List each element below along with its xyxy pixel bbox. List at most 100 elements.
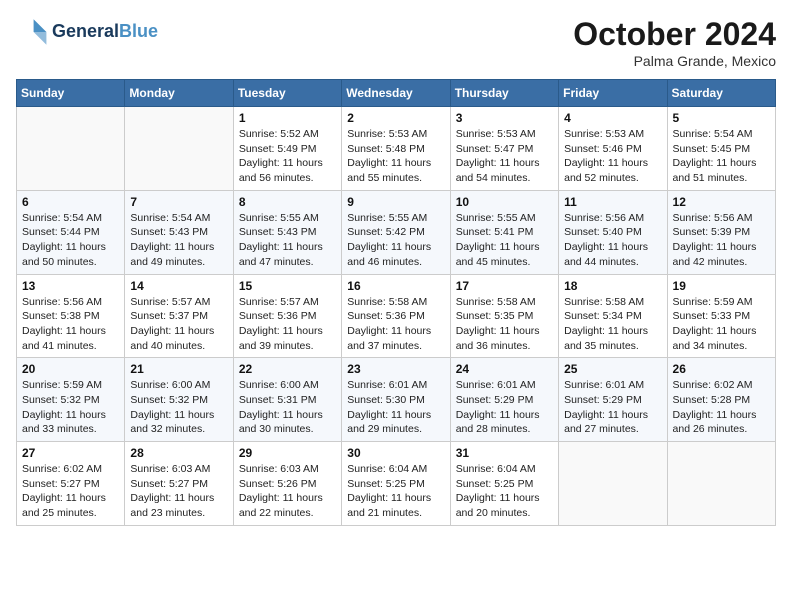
day-cell: 28 Sunrise: 6:03 AM Sunset: 5:27 PM Dayli…	[125, 442, 233, 526]
day-cell: 9Sunrise: 5:55 AM Sunset: 5:42 PM Daylig…	[342, 190, 450, 274]
col-header-thursday: Thursday	[450, 80, 558, 107]
day-cell: 27Sunrise: 6:02 AM Sunset: 5:27 PM Dayli…	[17, 442, 125, 526]
day-info: Sunrise: 6:04 AM Sunset: 5:25 PM Dayligh…	[456, 462, 553, 521]
day-cell: 2 Sunrise: 5:53 AM Sunset: 5:48 PM Daylig…	[342, 107, 450, 191]
day-cell: 5 Sunrise: 5:54 AM Sunset: 5:45 PM Daylig…	[667, 107, 775, 191]
day-info: Sunrise: 6:03 AM Sunset: 5:27 PM Dayligh…	[130, 462, 227, 521]
day-number: 2	[347, 111, 444, 125]
day-cell: 15Sunrise: 5:57 AM Sunset: 5:36 PM Dayli…	[233, 274, 341, 358]
day-cell: 18Sunrise: 5:58 AM Sunset: 5:34 PM Dayli…	[559, 274, 667, 358]
day-cell: 8Sunrise: 5:55 AM Sunset: 5:43 PM Daylig…	[233, 190, 341, 274]
week-row-3: 13Sunrise: 5:56 AM Sunset: 5:38 PM Dayli…	[17, 274, 776, 358]
day-cell: 20 Sunrise: 5:59 AM Sunset: 5:32 PM Dayli…	[17, 358, 125, 442]
day-number: 30	[347, 446, 444, 460]
day-info: Sunrise: 5:56 AM Sunset: 5:39 PM Dayligh…	[673, 211, 770, 270]
day-cell: 26 Sunrise: 6:02 AM Sunset: 5:28 PM Dayli…	[667, 358, 775, 442]
month-title: October 2024	[573, 16, 776, 53]
day-info: Sunrise: 6:01 AM Sunset: 5:30 PM Dayligh…	[347, 378, 444, 437]
day-cell	[17, 107, 125, 191]
day-info: Sunrise: 5:53 AM Sunset: 5:46 PM Dayligh…	[564, 127, 661, 186]
day-cell: 6 Sunrise: 5:54 AM Sunset: 5:44 PM Daylig…	[17, 190, 125, 274]
day-cell: 31 Sunrise: 6:04 AM Sunset: 5:25 PM Dayli…	[450, 442, 558, 526]
day-info: Sunrise: 5:55 AM Sunset: 5:43 PM Dayligh…	[239, 211, 336, 270]
day-number: 11	[564, 195, 661, 209]
day-cell: 12 Sunrise: 5:56 AM Sunset: 5:39 PM Dayli…	[667, 190, 775, 274]
title-block: October 2024 Palma Grande, Mexico	[573, 16, 776, 69]
day-number: 6	[22, 195, 119, 209]
col-header-saturday: Saturday	[667, 80, 775, 107]
day-cell: 24 Sunrise: 6:01 AM Sunset: 5:29 PM Dayli…	[450, 358, 558, 442]
day-number: 3	[456, 111, 553, 125]
day-info: Sunrise: 6:03 AM Sunset: 5:26 PM Dayligh…	[239, 462, 336, 521]
day-info: Sunrise: 5:55 AM Sunset: 5:41 PM Dayligh…	[456, 211, 553, 270]
day-number: 23	[347, 362, 444, 376]
day-info: Sunrise: 5:54 AM Sunset: 5:45 PM Dayligh…	[673, 127, 770, 186]
col-header-wednesday: Wednesday	[342, 80, 450, 107]
week-row-5: 27Sunrise: 6:02 AM Sunset: 5:27 PM Dayli…	[17, 442, 776, 526]
day-number: 31	[456, 446, 553, 460]
day-number: 26	[673, 362, 770, 376]
col-header-tuesday: Tuesday	[233, 80, 341, 107]
day-cell: 14 Sunrise: 5:57 AM Sunset: 5:37 PM Dayli…	[125, 274, 233, 358]
day-cell: 16 Sunrise: 5:58 AM Sunset: 5:36 PM Dayli…	[342, 274, 450, 358]
day-info: Sunrise: 5:59 AM Sunset: 5:33 PM Dayligh…	[673, 295, 770, 354]
day-info: Sunrise: 5:59 AM Sunset: 5:32 PM Dayligh…	[22, 378, 119, 437]
logo: GeneralBlue	[16, 16, 158, 48]
col-header-friday: Friday	[559, 80, 667, 107]
logo-icon	[16, 16, 48, 48]
header-row: SundayMondayTuesdayWednesdayThursdayFrid…	[17, 80, 776, 107]
day-info: Sunrise: 6:00 AM Sunset: 5:31 PM Dayligh…	[239, 378, 336, 437]
day-info: Sunrise: 6:00 AM Sunset: 5:32 PM Dayligh…	[130, 378, 227, 437]
day-cell	[125, 107, 233, 191]
day-number: 18	[564, 279, 661, 293]
page-header: GeneralBlue October 2024 Palma Grande, M…	[16, 16, 776, 69]
day-number: 17	[456, 279, 553, 293]
day-cell	[667, 442, 775, 526]
day-info: Sunrise: 5:54 AM Sunset: 5:43 PM Dayligh…	[130, 211, 227, 270]
day-number: 25	[564, 362, 661, 376]
day-info: Sunrise: 5:52 AM Sunset: 5:49 PM Dayligh…	[239, 127, 336, 186]
day-number: 14	[130, 279, 227, 293]
day-cell: 17 Sunrise: 5:58 AM Sunset: 5:35 PM Dayli…	[450, 274, 558, 358]
day-number: 16	[347, 279, 444, 293]
day-info: Sunrise: 5:53 AM Sunset: 5:47 PM Dayligh…	[456, 127, 553, 186]
day-info: Sunrise: 6:02 AM Sunset: 5:27 PM Dayligh…	[22, 462, 119, 521]
day-cell: 30 Sunrise: 6:04 AM Sunset: 5:25 PM Dayli…	[342, 442, 450, 526]
day-cell: 29Sunrise: 6:03 AM Sunset: 5:26 PM Dayli…	[233, 442, 341, 526]
day-info: Sunrise: 5:56 AM Sunset: 5:40 PM Dayligh…	[564, 211, 661, 270]
day-number: 21	[130, 362, 227, 376]
day-number: 28	[130, 446, 227, 460]
day-number: 5	[673, 111, 770, 125]
day-info: Sunrise: 6:02 AM Sunset: 5:28 PM Dayligh…	[673, 378, 770, 437]
day-number: 20	[22, 362, 119, 376]
day-number: 4	[564, 111, 661, 125]
day-cell: 21 Sunrise: 6:00 AM Sunset: 5:32 PM Dayli…	[125, 358, 233, 442]
calendar-table: SundayMondayTuesdayWednesdayThursdayFrid…	[16, 79, 776, 526]
day-number: 24	[456, 362, 553, 376]
day-cell: 13Sunrise: 5:56 AM Sunset: 5:38 PM Dayli…	[17, 274, 125, 358]
day-info: Sunrise: 5:55 AM Sunset: 5:42 PM Dayligh…	[347, 211, 444, 270]
day-info: Sunrise: 5:56 AM Sunset: 5:38 PM Dayligh…	[22, 295, 119, 354]
day-info: Sunrise: 5:58 AM Sunset: 5:35 PM Dayligh…	[456, 295, 553, 354]
day-info: Sunrise: 6:01 AM Sunset: 5:29 PM Dayligh…	[456, 378, 553, 437]
day-info: Sunrise: 6:04 AM Sunset: 5:25 PM Dayligh…	[347, 462, 444, 521]
week-row-1: 1Sunrise: 5:52 AM Sunset: 5:49 PM Daylig…	[17, 107, 776, 191]
day-cell: 22 Sunrise: 6:00 AM Sunset: 5:31 PM Dayli…	[233, 358, 341, 442]
col-header-sunday: Sunday	[17, 80, 125, 107]
day-info: Sunrise: 5:58 AM Sunset: 5:36 PM Dayligh…	[347, 295, 444, 354]
day-info: Sunrise: 5:53 AM Sunset: 5:48 PM Dayligh…	[347, 127, 444, 186]
day-cell: 4 Sunrise: 5:53 AM Sunset: 5:46 PM Daylig…	[559, 107, 667, 191]
day-cell: 1Sunrise: 5:52 AM Sunset: 5:49 PM Daylig…	[233, 107, 341, 191]
day-number: 22	[239, 362, 336, 376]
day-number: 12	[673, 195, 770, 209]
day-cell: 11 Sunrise: 5:56 AM Sunset: 5:40 PM Dayli…	[559, 190, 667, 274]
day-cell: 25 Sunrise: 6:01 AM Sunset: 5:29 PM Dayli…	[559, 358, 667, 442]
day-number: 19	[673, 279, 770, 293]
week-row-2: 6 Sunrise: 5:54 AM Sunset: 5:44 PM Daylig…	[17, 190, 776, 274]
day-info: Sunrise: 5:57 AM Sunset: 5:37 PM Dayligh…	[130, 295, 227, 354]
day-cell: 23 Sunrise: 6:01 AM Sunset: 5:30 PM Dayli…	[342, 358, 450, 442]
day-info: Sunrise: 6:01 AM Sunset: 5:29 PM Dayligh…	[564, 378, 661, 437]
day-info: Sunrise: 5:54 AM Sunset: 5:44 PM Dayligh…	[22, 211, 119, 270]
col-header-monday: Monday	[125, 80, 233, 107]
day-cell	[559, 442, 667, 526]
